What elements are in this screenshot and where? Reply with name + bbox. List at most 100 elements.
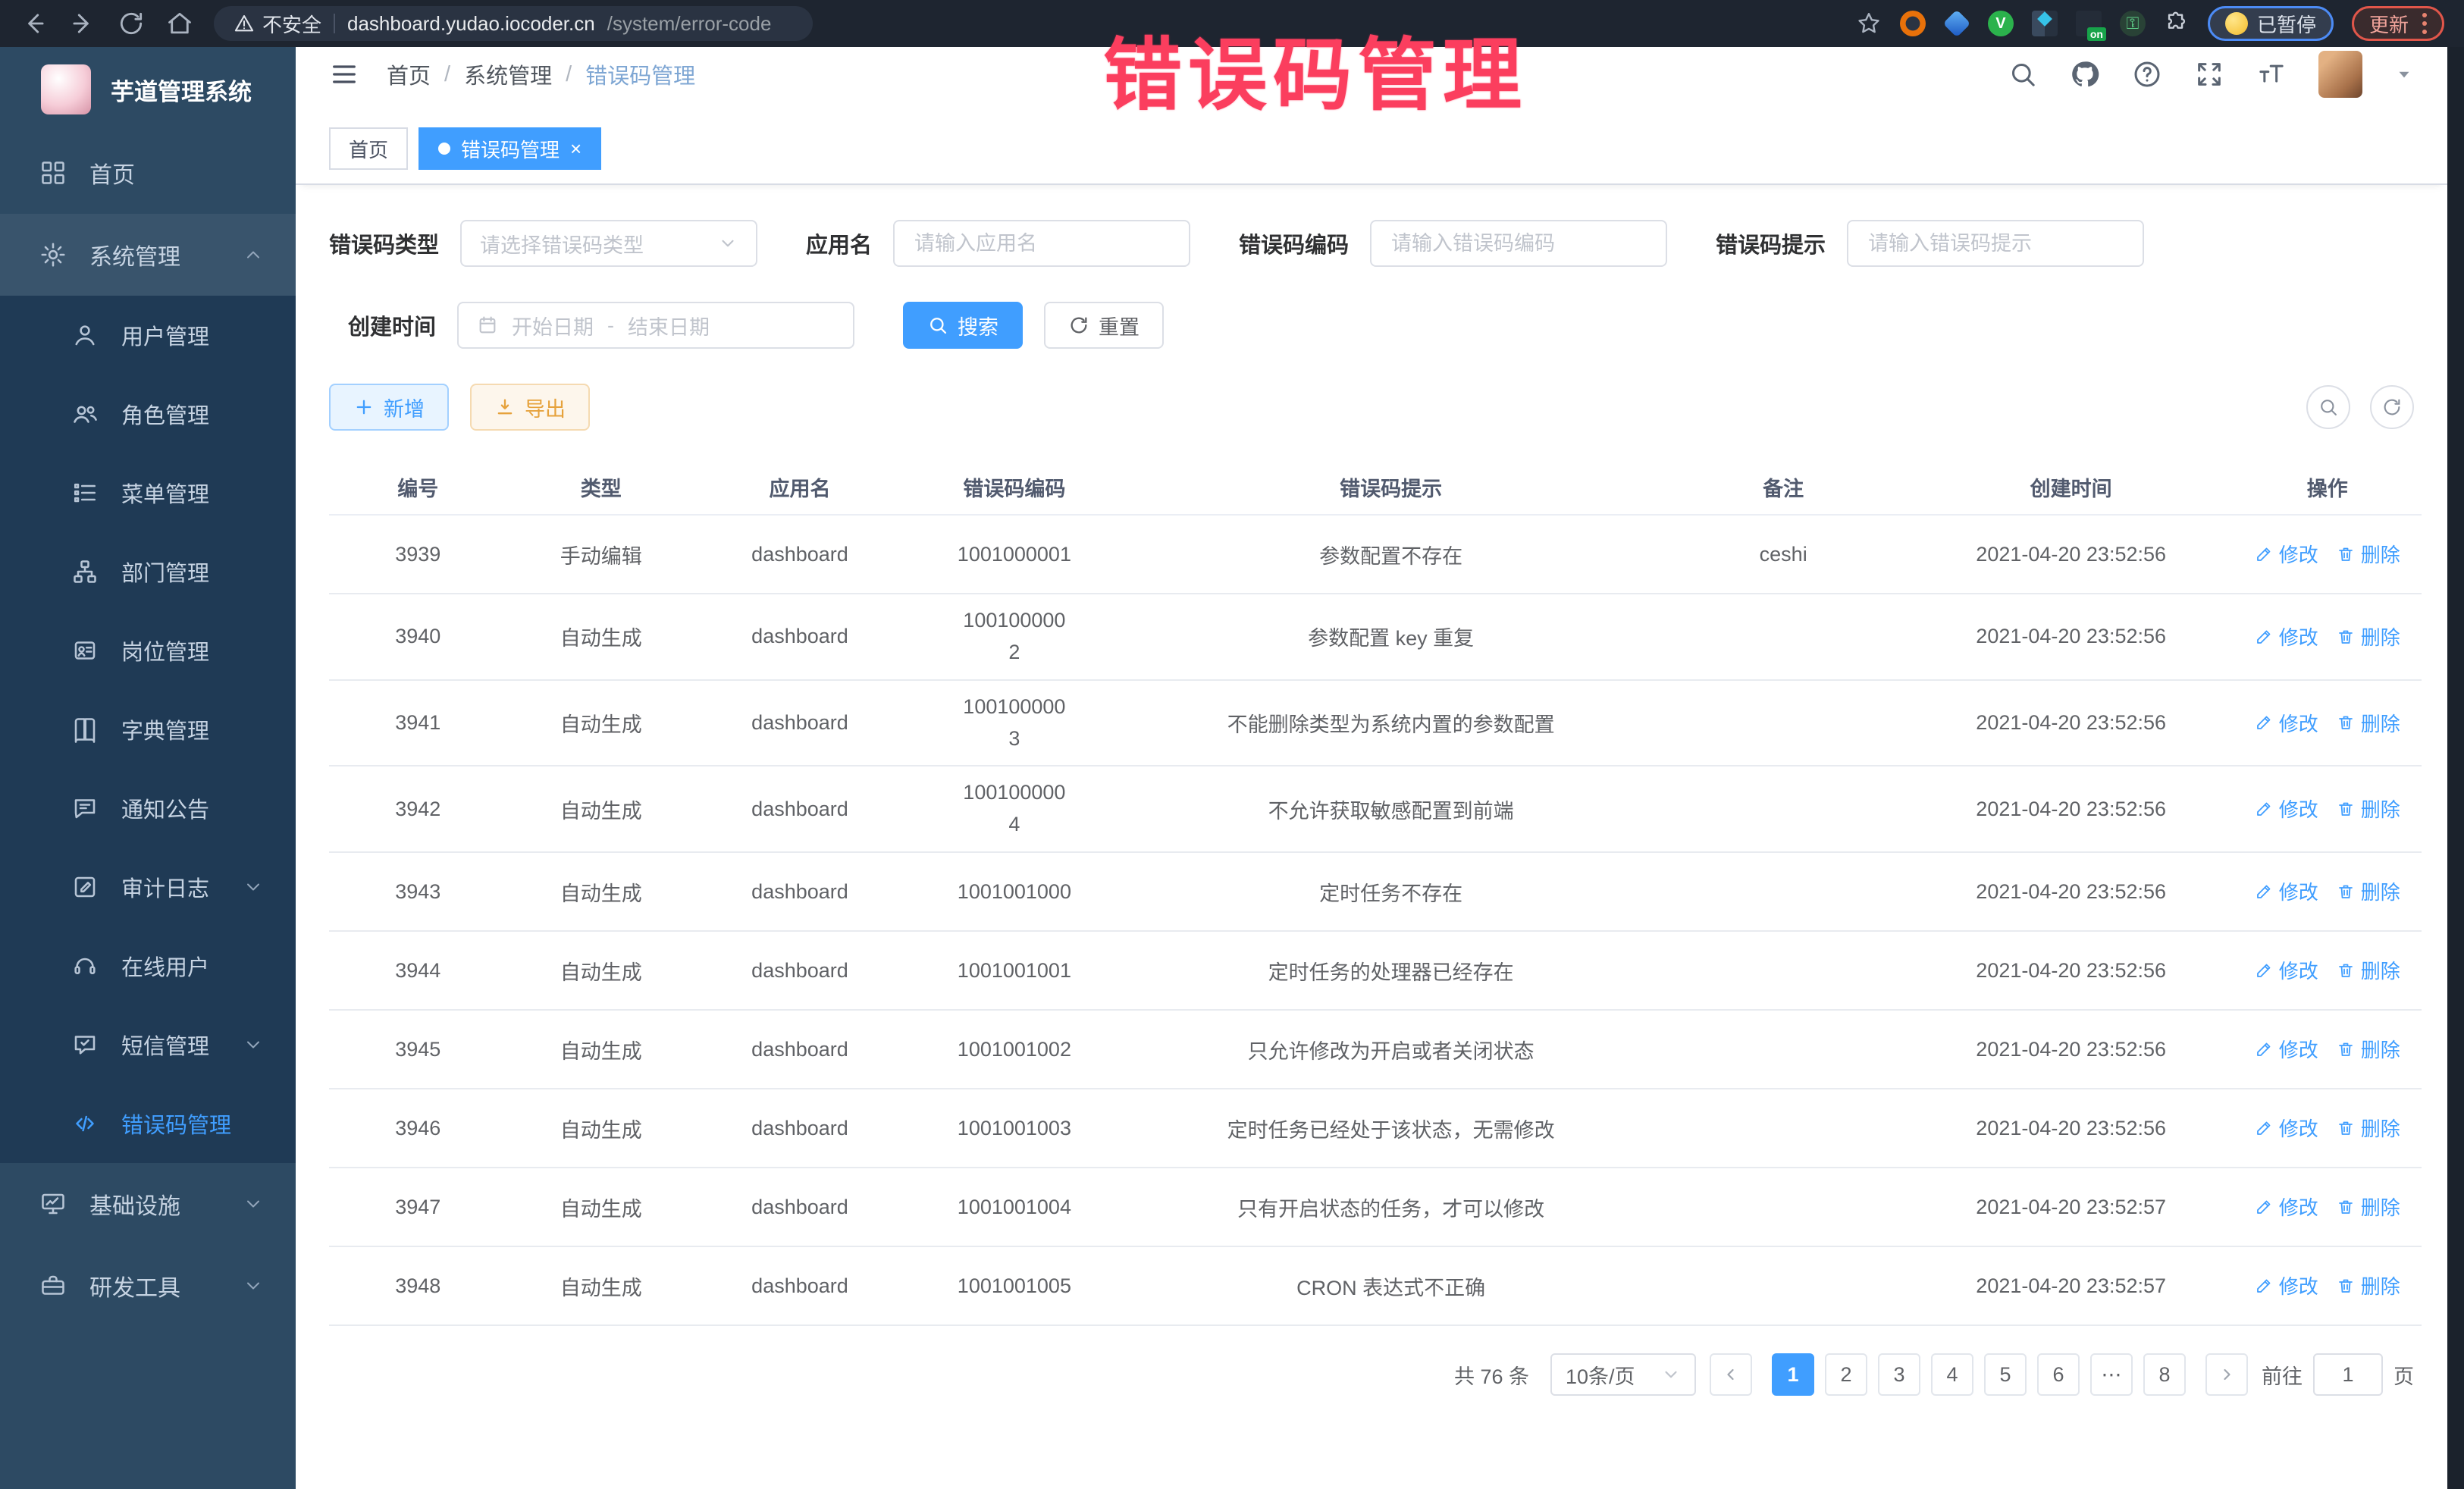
browser-reload-icon[interactable] (117, 9, 146, 38)
cell-memo (1658, 881, 1909, 902)
security-chip[interactable]: 不安全 (234, 10, 321, 38)
delete-link[interactable]: 删除 (2337, 622, 2400, 650)
tab-home[interactable]: 首页 (329, 127, 408, 170)
edit-link[interactable]: 修改 (2255, 622, 2318, 650)
page-button[interactable]: 6 (2037, 1353, 2080, 1396)
delete-link[interactable]: 删除 (2337, 709, 2400, 737)
extension-icon-6[interactable]: ⚿ (2120, 11, 2146, 36)
export-button-label: 导出 (525, 393, 566, 422)
delete-link[interactable]: 删除 (2337, 877, 2400, 905)
export-button[interactable]: 导出 (470, 384, 590, 431)
date-range-picker[interactable]: 开始日期 - 结束日期 (457, 302, 854, 349)
extensions-puzzle-icon[interactable] (2164, 11, 2190, 36)
next-page-button[interactable] (2205, 1353, 2248, 1396)
sidebar-logo-row[interactable]: 芋道管理系统 (0, 47, 296, 132)
more-pages-button[interactable]: ⋯ (2090, 1353, 2133, 1396)
trash-icon (2337, 628, 2355, 646)
browser-forward-icon[interactable] (68, 9, 97, 38)
edit-link[interactable]: 修改 (2255, 1114, 2318, 1142)
cell-code: 1001000001 (904, 532, 1124, 577)
reset-button[interactable]: 重置 (1044, 302, 1164, 349)
fullscreen-icon[interactable] (2194, 59, 2224, 89)
browser-back-icon[interactable] (20, 9, 49, 38)
window-scrollbar[interactable] (2447, 47, 2464, 1489)
error-type-select[interactable]: 请选择错误码类型 (460, 220, 757, 267)
bookmark-star-icon[interactable] (1856, 11, 1882, 36)
hamburger-icon[interactable] (329, 59, 359, 89)
tools-icon (39, 1272, 67, 1299)
delete-link[interactable]: 删除 (2337, 1035, 2400, 1063)
font-size-icon[interactable] (2256, 59, 2287, 89)
sidebar-item[interactable]: 短信管理 (0, 1005, 296, 1084)
breadcrumb-item[interactable]: 系统管理 (464, 58, 552, 90)
refresh-table-button[interactable] (2370, 385, 2414, 429)
page-button[interactable]: 8 (2143, 1353, 2186, 1396)
sidebar-item[interactable]: 首页 (0, 132, 296, 214)
edit-link[interactable]: 修改 (2255, 709, 2318, 737)
sidebar-item[interactable]: 系统管理 (0, 214, 296, 296)
sidebar-item[interactable]: 岗位管理 (0, 611, 296, 690)
sidebar-item[interactable]: 字典管理 (0, 690, 296, 769)
tab-close-icon[interactable]: × (570, 139, 582, 158)
delete-link[interactable]: 删除 (2337, 1271, 2400, 1299)
error-message-input[interactable] (1867, 231, 2124, 256)
add-button[interactable]: 新增 (329, 384, 449, 431)
sidebar-item[interactable]: 菜单管理 (0, 453, 296, 532)
sidebar-item[interactable]: 部门管理 (0, 532, 296, 611)
tab-error-code[interactable]: 错误码管理 × (419, 127, 601, 170)
edit-link[interactable]: 修改 (2255, 1271, 2318, 1299)
edit-link[interactable]: 修改 (2255, 795, 2318, 823)
sidebar-item[interactable]: 审计日志 (0, 848, 296, 926)
sidebar-item[interactable]: 基础设施 (0, 1163, 296, 1245)
reset-button-label: 重置 (1099, 311, 1140, 340)
user-avatar[interactable] (2318, 51, 2362, 98)
sidebar-item[interactable]: 用户管理 (0, 296, 296, 375)
page-size-select[interactable]: 10条/页 (1550, 1353, 1696, 1396)
extension-icon-4[interactable] (2032, 11, 2058, 36)
github-icon[interactable] (2070, 59, 2100, 89)
avatar-caret-icon[interactable] (2394, 64, 2414, 84)
edit-link[interactable]: 修改 (2255, 540, 2318, 568)
sidebar-item[interactable]: 通知公告 (0, 769, 296, 848)
search-icon[interactable] (2008, 59, 2038, 89)
sidebar-item-label: 系统管理 (89, 238, 243, 271)
page-button[interactable]: 1 (1772, 1353, 1814, 1396)
help-icon[interactable] (2132, 59, 2162, 89)
edit-link[interactable]: 修改 (2255, 1035, 2318, 1063)
page-button[interactable]: 5 (1984, 1353, 2027, 1396)
delete-link[interactable]: 删除 (2337, 956, 2400, 984)
extension-icon-1[interactable] (1900, 11, 1926, 36)
page-button[interactable]: 4 (1931, 1353, 1973, 1396)
edit-link[interactable]: 修改 (2255, 956, 2318, 984)
sidebar-item[interactable]: 错误码管理 (0, 1084, 296, 1163)
extension-icon-5[interactable] (2076, 11, 2102, 36)
search-button[interactable]: 搜索 (903, 302, 1023, 349)
sidebar-item[interactable]: 研发工具 (0, 1245, 296, 1327)
address-bar[interactable]: 不安全 dashboard.yudao.iocoder.cn/system/er… (214, 6, 813, 41)
error-code-table: 编号 类型 应用名 错误码编码 错误码提示 备注 创建时间 操作 3939 手动… (329, 459, 2422, 1326)
page-button[interactable]: 3 (1878, 1353, 1920, 1396)
delete-link[interactable]: 删除 (2337, 1193, 2400, 1221)
extension-icon-2[interactable] (1943, 10, 1971, 38)
delete-link[interactable]: 删除 (2337, 1114, 2400, 1142)
browser-home-icon[interactable] (165, 9, 194, 38)
profile-paused-pill[interactable]: 已暂停 (2208, 6, 2334, 41)
edit-link-label: 修改 (2279, 956, 2318, 984)
cell-type: 自动生成 (507, 1024, 695, 1075)
show-search-toggle-button[interactable] (2306, 385, 2350, 429)
edit-link[interactable]: 修改 (2255, 1193, 2318, 1221)
delete-link[interactable]: 删除 (2337, 540, 2400, 568)
error-code-input[interactable] (1390, 231, 1647, 256)
sidebar-item[interactable]: 角色管理 (0, 375, 296, 453)
browser-menu-icon[interactable] (2422, 13, 2427, 34)
page-button[interactable]: 2 (1825, 1353, 1867, 1396)
prev-page-button[interactable] (1710, 1353, 1752, 1396)
app-name-input[interactable] (913, 231, 1171, 256)
goto-page-input[interactable] (2313, 1353, 2383, 1396)
edit-link[interactable]: 修改 (2255, 877, 2318, 905)
browser-update-pill[interactable]: 更新 (2352, 6, 2444, 41)
breadcrumb-item[interactable]: 首页 (387, 58, 431, 90)
sidebar-item[interactable]: 在线用户 (0, 926, 296, 1005)
delete-link[interactable]: 删除 (2337, 795, 2400, 823)
extension-icon-3[interactable]: V (1988, 11, 2014, 36)
